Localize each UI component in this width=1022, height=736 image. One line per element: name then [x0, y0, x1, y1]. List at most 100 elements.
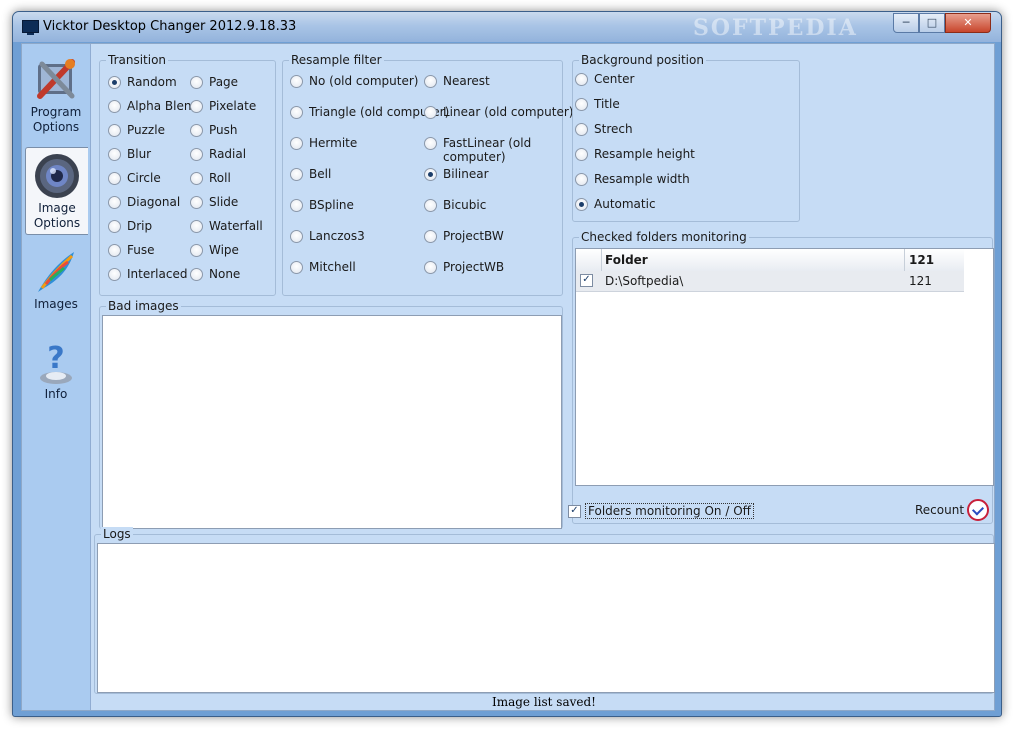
transition-radio-none[interactable]: None: [190, 267, 240, 281]
monitoring-toggle[interactable]: ✓ Folders monitoring On / Off: [568, 503, 754, 519]
table-row[interactable]: ✓ D:\Softpedia\ 121: [576, 271, 964, 292]
radio-circle[interactable]: [424, 230, 437, 243]
minimize-button[interactable]: ─: [893, 13, 919, 33]
radio-circle[interactable]: [424, 199, 437, 212]
radio-circle[interactable]: [575, 73, 588, 86]
resample-radio-nearest[interactable]: Nearest: [424, 74, 490, 88]
resample-radio-linear-old-computer[interactable]: Linear (old computer): [424, 105, 573, 119]
radio-circle[interactable]: [108, 244, 121, 257]
sidebar-item-images[interactable]: Images: [25, 244, 87, 312]
resample-radio-bell[interactable]: Bell: [290, 167, 331, 181]
logs-box[interactable]: [97, 543, 995, 693]
resample-radio-hermite[interactable]: Hermite: [290, 136, 357, 150]
transition-radio-pixelate[interactable]: Pixelate: [190, 99, 256, 113]
radio-circle[interactable]: [108, 268, 121, 281]
transition-radio-puzzle[interactable]: Puzzle: [108, 123, 165, 137]
transition-radio-blur[interactable]: Blur: [108, 147, 151, 161]
close-button[interactable]: ✕: [945, 13, 991, 33]
radio-circle[interactable]: [575, 148, 588, 161]
transition-radio-interlaced[interactable]: Interlaced: [108, 267, 187, 281]
radio-circle[interactable]: [424, 106, 437, 119]
transition-radio-fuse[interactable]: Fuse: [108, 243, 155, 257]
background-radio-automatic[interactable]: Automatic: [575, 197, 656, 211]
transition-radio-circle[interactable]: Circle: [108, 171, 161, 185]
transition-radio-slide[interactable]: Slide: [190, 195, 238, 209]
transition-radio-waterfall[interactable]: Waterfall: [190, 219, 263, 233]
radio-circle[interactable]: [190, 196, 203, 209]
radio-circle[interactable]: [108, 76, 121, 89]
bad-images-list[interactable]: [102, 315, 562, 529]
monitoring-checkbox[interactable]: ✓: [568, 504, 581, 518]
resample-radio-projectwb[interactable]: ProjectWB: [424, 260, 504, 274]
transition-radio-alpha-blend[interactable]: Alpha Blend: [108, 99, 199, 113]
transition-radio-wipe[interactable]: Wipe: [190, 243, 239, 257]
resample-radio-projectbw[interactable]: ProjectBW: [424, 229, 504, 243]
radio-circle[interactable]: [575, 123, 588, 136]
radio-circle[interactable]: [575, 198, 588, 211]
header-folder[interactable]: Folder: [605, 253, 648, 267]
radio-circle[interactable]: [424, 168, 437, 181]
radio-circle[interactable]: [290, 168, 303, 181]
resample-radio-lanczos3[interactable]: Lanczos3: [290, 229, 365, 243]
transition-radio-diagonal[interactable]: Diagonal: [108, 195, 180, 209]
resample-radio-fastlinear-old-computer[interactable]: FastLinear (old computer): [424, 136, 541, 164]
title-bar[interactable]: Vicktor Desktop Changer 2012.9.18.33 SOF…: [13, 12, 1001, 42]
transition-radio-drip[interactable]: Drip: [108, 219, 152, 233]
transition-label: Fuse: [127, 243, 155, 257]
radio-circle[interactable]: [424, 75, 437, 88]
sidebar-item-program-options[interactable]: Program Options: [25, 52, 87, 138]
radio-circle[interactable]: [108, 172, 121, 185]
sidebar-item-info[interactable]: ? Info: [25, 334, 87, 402]
maximize-button[interactable]: □: [919, 13, 945, 33]
radio-circle[interactable]: [190, 124, 203, 137]
radio-circle[interactable]: [424, 261, 437, 274]
background-radio-center[interactable]: Center: [575, 72, 634, 86]
transition-radio-page[interactable]: Page: [190, 75, 238, 89]
radio-circle[interactable]: [290, 230, 303, 243]
resample-radio-no-old-computer[interactable]: No (old computer): [290, 74, 418, 88]
radio-circle[interactable]: [290, 106, 303, 119]
resample-radio-bilinear[interactable]: Bilinear: [424, 167, 489, 181]
resample-radio-bicubic[interactable]: Bicubic: [424, 198, 486, 212]
folders-table[interactable]: Folder 121 ✓ D:\Softpedia\ 121: [575, 248, 994, 486]
sidebar-item-image-options[interactable]: Image Options: [25, 147, 88, 235]
radio-circle[interactable]: [290, 199, 303, 212]
header-count[interactable]: 121: [909, 253, 934, 267]
monitoring-label[interactable]: Folders monitoring On / Off: [585, 503, 754, 519]
radio-circle[interactable]: [575, 173, 588, 186]
transition-radio-radial[interactable]: Radial: [190, 147, 246, 161]
recount-button[interactable]: Recount: [915, 499, 990, 521]
radio-circle[interactable]: [108, 100, 121, 113]
recount-label: Recount: [915, 503, 965, 517]
radio-circle[interactable]: [108, 124, 121, 137]
radio-circle[interactable]: [424, 137, 437, 150]
radio-circle[interactable]: [290, 261, 303, 274]
transition-title: Transition: [106, 53, 169, 67]
radio-circle[interactable]: [108, 196, 121, 209]
radio-circle[interactable]: [575, 98, 588, 111]
radio-circle[interactable]: [190, 172, 203, 185]
radio-circle[interactable]: [190, 148, 203, 161]
transition-radio-random[interactable]: Random: [108, 75, 177, 89]
transition-radio-roll[interactable]: Roll: [190, 171, 231, 185]
background-radio-resample-height[interactable]: Resample height: [575, 147, 695, 161]
radio-circle[interactable]: [190, 220, 203, 233]
radio-circle[interactable]: [108, 148, 121, 161]
background-label: Strech: [594, 122, 633, 136]
radio-circle[interactable]: [108, 220, 121, 233]
row-folder: D:\Softpedia\: [605, 274, 684, 288]
resample-radio-mitchell[interactable]: Mitchell: [290, 260, 356, 274]
radio-circle[interactable]: [190, 244, 203, 257]
radio-circle[interactable]: [290, 137, 303, 150]
resample-radio-bspline[interactable]: BSpline: [290, 198, 354, 212]
background-radio-resample-width[interactable]: Resample width: [575, 172, 690, 186]
radio-circle[interactable]: [190, 100, 203, 113]
background-radio-title[interactable]: Title: [575, 97, 620, 111]
background-radio-strech[interactable]: Strech: [575, 122, 633, 136]
radio-circle[interactable]: [190, 268, 203, 281]
row-checkbox[interactable]: ✓: [580, 274, 593, 287]
resample-label: Linear (old computer): [443, 105, 574, 119]
radio-circle[interactable]: [190, 76, 203, 89]
transition-radio-push[interactable]: Push: [190, 123, 238, 137]
radio-circle[interactable]: [290, 75, 303, 88]
